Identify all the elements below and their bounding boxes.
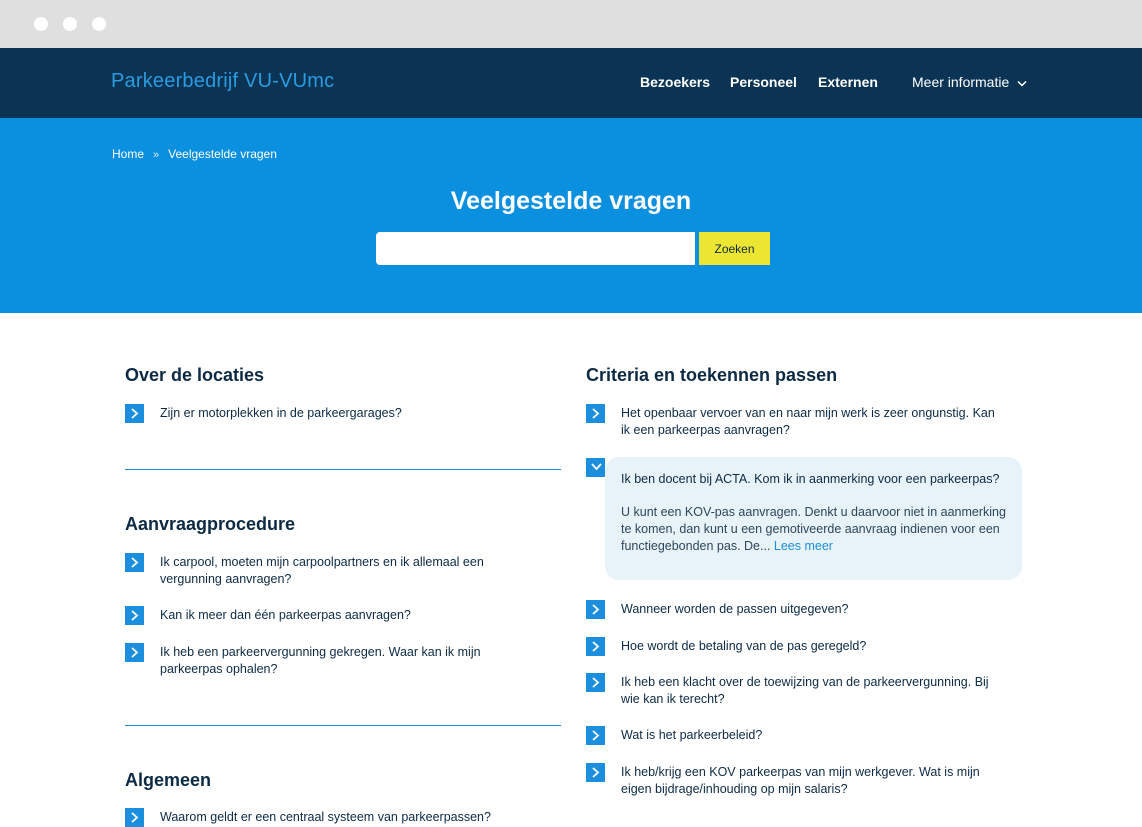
chevron-right-icon [586,673,605,692]
faq-question: Het openbaar vervoer van en naar mijn we… [621,406,995,437]
read-more-link[interactable]: Lees meer [774,539,833,553]
faq-question: Ik ben docent bij ACTA. Kom ik in aanmer… [621,472,1000,486]
section-title-locaties: Over de locaties [125,365,265,385]
section-title-algemeen: Algemeen [125,770,212,790]
nav-personeel[interactable]: Personeel [730,74,797,90]
section-title-aanvraagprocedure: Aanvraagprocedure [125,514,296,534]
breadcrumb: Home » Veelgestelde vragen [112,147,277,161]
chevron-right-icon [125,553,144,572]
search-input[interactable] [376,232,695,265]
faq-answer-text: U kunt een KOV-pas aanvragen. Denkt u da… [621,504,1006,555]
window-close-dot[interactable] [34,17,48,31]
faq-question: Waarom geldt er een centraal systeem van… [160,810,491,824]
chevron-right-icon [125,404,144,423]
faq-question: Ik heb/krijg een KOV parkeerpas van mijn… [621,765,980,796]
hero-banner: Home » Veelgestelde vragen Veelgestelde vr… [0,118,1142,313]
faq-question: Ik heb een klacht over de toewijzing van… [621,675,989,706]
chevron-down-icon [586,458,605,477]
faq-question: Ik heb een parkeervergunning gekregen. W… [160,645,481,676]
window-minimize-dot[interactable] [63,17,77,31]
breadcrumb-separator: » [153,149,160,161]
search-button[interactable]: Zoeken [699,232,770,265]
section-divider [125,469,561,470]
faq-question: Zijn er motorplekken in de parkeergarage… [160,406,402,420]
chevron-right-icon [586,726,605,745]
brand-logo[interactable]: Parkeerbedrijf VU-VUmc [111,70,334,93]
chevron-right-icon [125,808,144,827]
chevron-right-icon [586,763,605,782]
nav-meer-informatie-label: Meer informatie [912,74,1010,90]
chevron-down-icon [1017,80,1027,87]
breadcrumb-home[interactable]: Home [112,147,144,161]
section-title-criteria: Criteria en toekennen passen [586,365,838,385]
window-maximize-dot[interactable] [92,17,106,31]
top-navbar: Parkeerbedrijf VU-VUmc Bezoekers Persone… [0,48,1142,118]
nav-externen[interactable]: Externen [818,74,878,90]
browser-chrome [0,0,1142,48]
breadcrumb-current: Veelgestelde vragen [168,147,277,161]
faq-question: Ik carpool, moeten mijn carpoolpartners … [160,555,484,586]
chevron-right-icon [586,637,605,656]
chevron-right-icon [125,606,144,625]
page-title: Veelgestelde vragen [450,187,692,215]
faq-question: Kan ik meer dan één parkeerpas aanvragen… [160,608,411,622]
nav-bezoekers[interactable]: Bezoekers [640,74,710,90]
chevron-right-icon [586,404,605,423]
chevron-right-icon [586,600,605,619]
nav-meer-informatie[interactable]: Meer informatie [912,74,1027,90]
faq-question: Wat is het parkeerbeleid? [621,728,763,742]
faq-question: Hoe wordt de betaling van de pas geregel… [621,639,867,653]
chevron-right-icon [125,643,144,662]
section-divider [125,725,561,726]
faq-question: Wanneer worden de passen uitgegeven? [621,602,849,616]
